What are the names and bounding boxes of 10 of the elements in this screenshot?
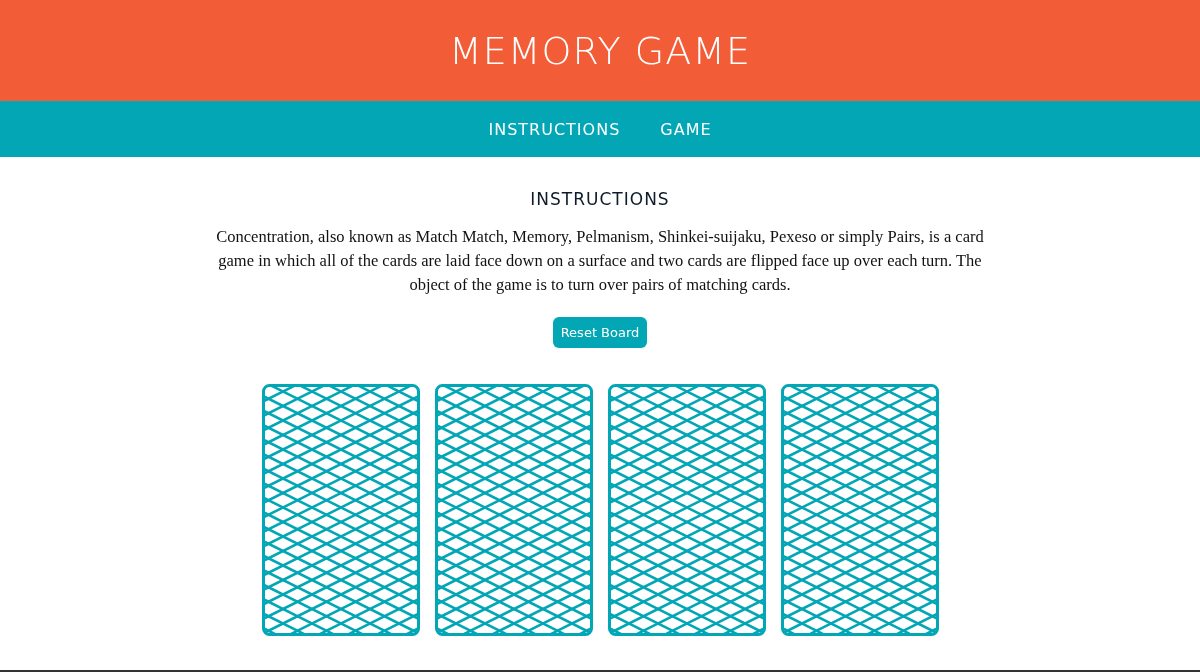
reset-button[interactable]: Reset Board (552, 317, 648, 348)
section-heading: INSTRUCTIONS (530, 189, 670, 209)
playing-card[interactable] (607, 384, 766, 636)
playing-card[interactable] (780, 384, 939, 636)
nav-link[interactable]: GAME (660, 119, 712, 139)
instructions-text: Concentration, also known as Match Match, Memory, Pelmanism, Shinkei-suijaku, Pexeso or simply Pairs, is a card game in which all of the cards are laid face down on a surface and two cards are flipped face up over each turn. The object of the game is to turn over pairs of matching cards. (215, 226, 985, 296)
nav-link[interactable]: INSTRUCTIONS (488, 119, 621, 139)
playing-card[interactable] (434, 384, 593, 636)
site-title: MEMORY GAME (449, 28, 751, 73)
playing-card[interactable] (261, 384, 420, 636)
